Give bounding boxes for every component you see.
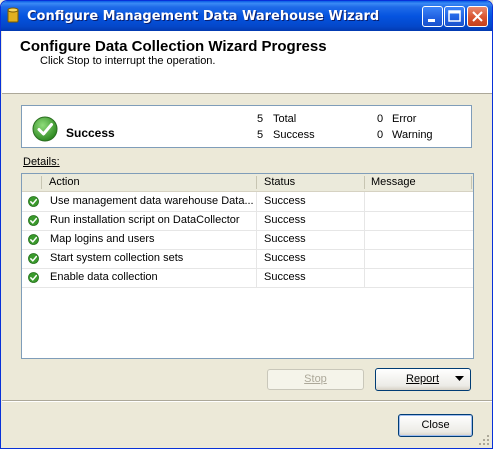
warning-label: Warning bbox=[392, 129, 433, 141]
minimize-button[interactable] bbox=[422, 6, 443, 27]
success-count: 5 bbox=[257, 129, 264, 141]
dropdown-arrow-icon bbox=[455, 376, 464, 381]
page-title: Configure Data Collection Wizard Progres… bbox=[20, 38, 327, 55]
summary-panel: Success 5 Total 5 Success 0 Error 0 Warn… bbox=[21, 105, 472, 148]
cell-divider bbox=[256, 249, 257, 268]
success-check-icon bbox=[28, 253, 39, 264]
cell-divider bbox=[256, 230, 257, 249]
close-window-button[interactable] bbox=[467, 6, 488, 27]
row-action: Map logins and users bbox=[50, 233, 155, 245]
success-label: Success bbox=[273, 129, 315, 141]
row-action: Use management data warehouse Data... bbox=[50, 195, 254, 207]
table-row[interactable]: Run installation script on DataCollector… bbox=[22, 211, 473, 231]
total-label: Total bbox=[273, 113, 297, 125]
wizard-window: Configure Management Data Warehouse Wiza… bbox=[0, 0, 493, 449]
window-title: Configure Management Data Warehouse Wiza… bbox=[27, 9, 380, 24]
page-subtitle: Click Stop to interrupt the operation. bbox=[40, 55, 216, 67]
wizard-header: Configure Data Collection Wizard Progres… bbox=[2, 31, 492, 94]
database-icon bbox=[7, 7, 19, 23]
column-separator bbox=[41, 176, 42, 189]
success-check-icon bbox=[28, 215, 39, 226]
success-check-icon bbox=[28, 234, 39, 245]
report-button[interactable]: Report bbox=[375, 368, 471, 391]
minimize-icon bbox=[428, 19, 435, 22]
column-separator bbox=[256, 176, 257, 189]
row-status: Success bbox=[264, 195, 306, 207]
grid-header: Action Status Message bbox=[22, 174, 473, 192]
table-row[interactable]: Enable data collection Success bbox=[22, 268, 473, 288]
error-count: 0 bbox=[377, 113, 384, 125]
column-message[interactable]: Message bbox=[371, 176, 416, 188]
row-status: Success bbox=[264, 252, 306, 264]
close-icon bbox=[472, 11, 483, 22]
stop-button-label: Stop bbox=[304, 373, 327, 385]
stop-button[interactable]: Stop bbox=[267, 369, 364, 390]
details-label: Details: bbox=[23, 156, 60, 168]
overall-status: Success bbox=[66, 126, 115, 140]
column-status[interactable]: Status bbox=[264, 176, 295, 188]
cell-divider bbox=[256, 268, 257, 287]
row-status: Success bbox=[264, 271, 306, 283]
column-separator bbox=[471, 176, 472, 189]
warning-count: 0 bbox=[377, 129, 384, 141]
close-button-label: Close bbox=[421, 419, 450, 431]
summary-inner: Success 5 Total 5 Success 0 Error 0 Warn… bbox=[23, 107, 470, 146]
cell-divider bbox=[364, 192, 365, 211]
details-grid[interactable]: Action Status Message Use management dat… bbox=[21, 173, 474, 359]
report-button-label: Report bbox=[406, 373, 440, 385]
cell-divider bbox=[364, 230, 365, 249]
row-action: Start system collection sets bbox=[50, 252, 184, 264]
details-label-text: Details: bbox=[23, 156, 60, 168]
error-label: Error bbox=[392, 113, 417, 125]
row-status: Success bbox=[264, 214, 306, 226]
title-bar[interactable]: Configure Management Data Warehouse Wiza… bbox=[1, 1, 492, 31]
success-check-icon bbox=[28, 272, 39, 283]
close-button[interactable]: Close bbox=[398, 414, 473, 437]
success-check-icon bbox=[32, 116, 58, 142]
row-action: Enable data collection bbox=[50, 271, 158, 283]
column-separator bbox=[364, 176, 365, 189]
maximize-icon bbox=[448, 10, 461, 22]
cell-divider bbox=[256, 211, 257, 230]
column-action[interactable]: Action bbox=[49, 176, 80, 188]
maximize-button[interactable] bbox=[444, 6, 465, 27]
row-action: Run installation script on DataCollector bbox=[50, 214, 240, 226]
cell-divider bbox=[256, 192, 257, 211]
table-row[interactable]: Map logins and users Success bbox=[22, 230, 473, 250]
cell-divider bbox=[364, 211, 365, 230]
total-count: 5 bbox=[257, 113, 264, 125]
table-row[interactable]: Use management data warehouse Data... Su… bbox=[22, 192, 473, 212]
cell-divider bbox=[364, 249, 365, 268]
table-row[interactable]: Start system collection sets Success bbox=[22, 249, 473, 269]
row-status: Success bbox=[264, 233, 306, 245]
cell-divider bbox=[364, 268, 365, 287]
success-check-icon bbox=[28, 196, 39, 207]
footer-divider-highlight bbox=[2, 401, 492, 402]
resize-grip-icon[interactable] bbox=[478, 434, 490, 446]
